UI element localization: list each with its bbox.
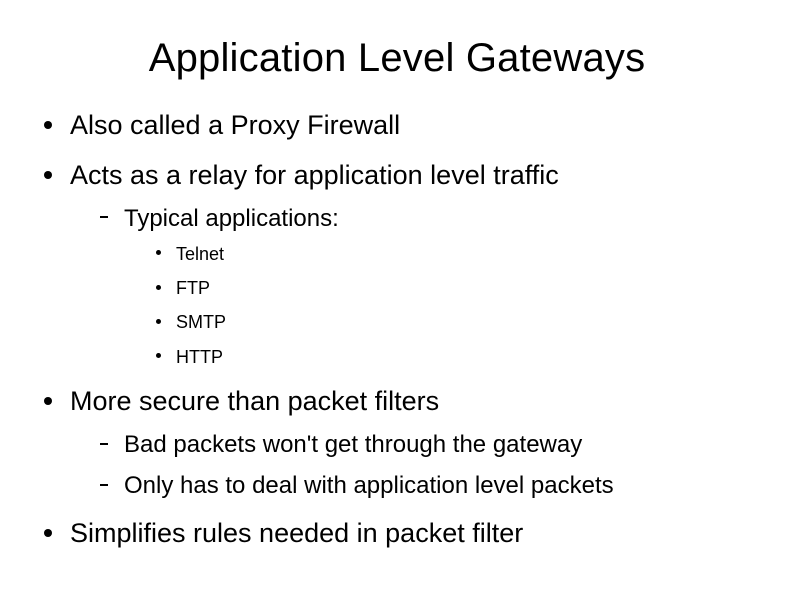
- sub-sub-bullet-item: HTTP: [154, 345, 758, 369]
- bullet-item: Simplifies rules needed in packet filter: [40, 517, 758, 551]
- sub-sub-bullet-text: SMTP: [176, 312, 226, 332]
- sub-sub-bullet-item: Telnet: [154, 242, 758, 266]
- sub-bullet-text: Only has to deal with application level …: [124, 472, 614, 499]
- sub-sub-bullet-text: Telnet: [176, 244, 224, 264]
- slide: Application Level Gateways Also called a…: [0, 0, 794, 595]
- sub-bullet-item: Typical applications: Telnet FTP SMTP HT…: [98, 203, 758, 369]
- bullet-text: Acts as a relay for application level tr…: [70, 160, 559, 190]
- bullet-list: Also called a Proxy Firewall Acts as a r…: [36, 109, 758, 551]
- slide-title: Application Level Gateways: [36, 36, 758, 81]
- sub-bullet-text: Bad packets won't get through the gatewa…: [124, 431, 582, 458]
- sub-sub-bullet-item: SMTP: [154, 310, 758, 334]
- bullet-text: More secure than packet filters: [70, 386, 439, 416]
- bullet-text: Simplifies rules needed in packet filter: [70, 518, 523, 548]
- sub-sub-bullet-item: FTP: [154, 276, 758, 300]
- bullet-item: More secure than packet filters Bad pack…: [40, 385, 758, 501]
- bullet-item: Acts as a relay for application level tr…: [40, 159, 758, 369]
- sub-bullet-item: Only has to deal with application level …: [98, 470, 758, 501]
- sub-bullet-list: Bad packets won't get through the gatewa…: [70, 429, 758, 501]
- sub-sub-bullet-text: FTP: [176, 278, 210, 298]
- sub-bullet-list: Typical applications: Telnet FTP SMTP HT…: [70, 203, 758, 369]
- sub-sub-bullet-text: HTTP: [176, 347, 223, 367]
- bullet-text: Also called a Proxy Firewall: [70, 110, 400, 140]
- sub-sub-bullet-list: Telnet FTP SMTP HTTP: [124, 242, 758, 369]
- sub-bullet-item: Bad packets won't get through the gatewa…: [98, 429, 758, 460]
- bullet-item: Also called a Proxy Firewall: [40, 109, 758, 143]
- sub-bullet-text: Typical applications:: [124, 205, 339, 232]
